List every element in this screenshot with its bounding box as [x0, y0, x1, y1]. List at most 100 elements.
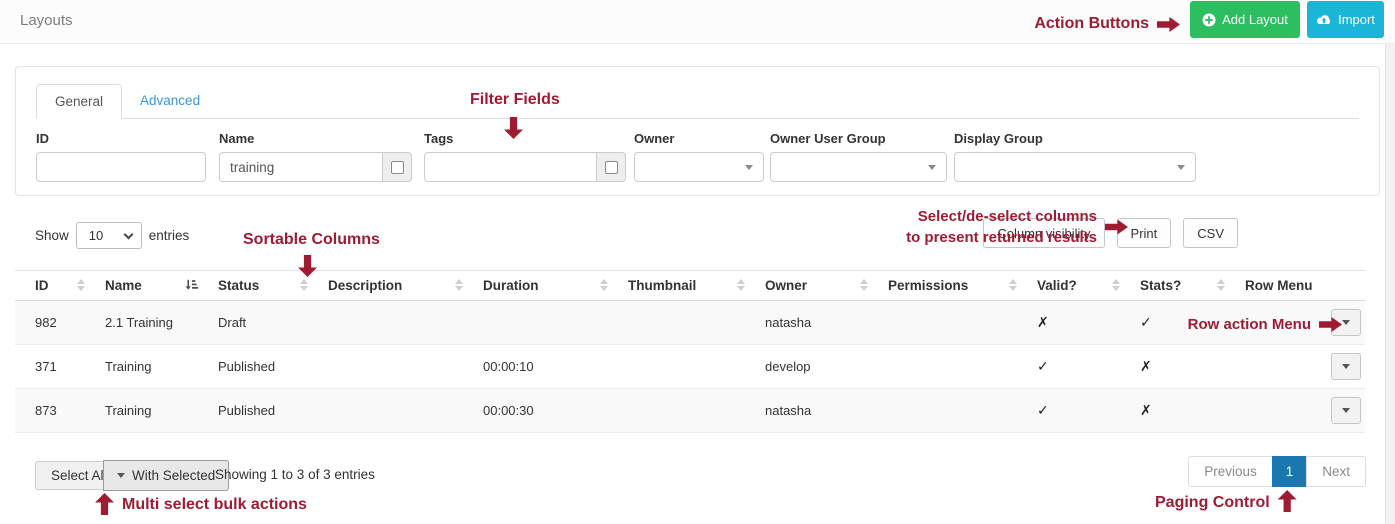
cell-row-menu: [1245, 345, 1365, 389]
owner-filter-select[interactable]: [634, 152, 764, 182]
annotation-paging-control-label: Paging Control: [1155, 494, 1270, 512]
annotation-select-columns-line2: to present returned results: [906, 229, 1097, 246]
add-layout-button[interactable]: Add Layout: [1190, 1, 1300, 38]
cell-valid: ✗: [1037, 301, 1140, 345]
id-filter-input[interactable]: [36, 152, 206, 182]
column-header-label: Valid?: [1037, 278, 1101, 293]
caret-down-icon: [1342, 408, 1350, 413]
import-button-label: Import: [1338, 12, 1375, 27]
page-number-button[interactable]: 1: [1272, 456, 1308, 487]
cloud-upload-icon: [1316, 14, 1332, 26]
display-group-filter-select[interactable]: [954, 152, 1196, 182]
cross-icon: ✗: [1037, 314, 1049, 330]
tab-general[interactable]: General: [36, 84, 122, 119]
cell-id: 982: [15, 301, 105, 345]
cell-status: Published: [218, 345, 328, 389]
layouts-table: IDName Status Description DurationThumbnail…: [15, 270, 1365, 433]
column-header-label: Owner: [765, 278, 831, 293]
column-header-owner[interactable]: Owner: [765, 271, 888, 301]
caret-down-icon: [1342, 364, 1350, 369]
cell-thumbnail: [628, 301, 765, 345]
cell-stats: ✗: [1140, 389, 1245, 433]
check-icon: ✓: [1140, 314, 1152, 330]
filter-tabs: General Advanced: [36, 84, 1359, 119]
table-row[interactable]: 371TrainingPublished00:00:10develop✓✗: [15, 345, 1365, 389]
column-header-thumbnail[interactable]: Thumbnail: [628, 271, 765, 301]
cell-row-menu: [1245, 389, 1365, 433]
column-header-label: Name: [105, 278, 166, 293]
column-header-label: Stats?: [1140, 278, 1205, 293]
annotation-sortable-columns: Sortable Columns: [243, 231, 380, 249]
cell-permissions: [888, 389, 1037, 433]
entries-label: entries: [149, 228, 190, 243]
cell-description: [328, 345, 483, 389]
annotation-multi-select: Multi select bulk actions: [95, 493, 307, 515]
column-header-description[interactable]: Description: [328, 271, 483, 301]
cell-id: 371: [15, 345, 105, 389]
column-header-row-menu: Row Menu: [1245, 271, 1365, 301]
csv-button[interactable]: CSV: [1183, 218, 1238, 248]
sort-icon: [1217, 279, 1225, 291]
sort-icon: [1112, 279, 1120, 291]
tags-exact-match-checkbox[interactable]: [605, 161, 618, 174]
pagination: Previous 1 Next: [1189, 456, 1366, 487]
column-header-status[interactable]: Status: [218, 271, 328, 301]
column-header-name[interactable]: Name: [105, 271, 218, 301]
table-header-row: IDName Status Description DurationThumbnail…: [15, 271, 1365, 301]
layouts-page: Layouts Action Buttons Add Layout Import…: [0, 0, 1395, 524]
cell-owner: natasha: [765, 389, 888, 433]
page-length-select[interactable]: 10: [76, 222, 142, 249]
sort-icon: [737, 279, 745, 291]
column-header-stats[interactable]: Stats?: [1140, 271, 1245, 301]
column-header-label: Status: [218, 278, 283, 293]
next-page-button[interactable]: Next: [1306, 456, 1366, 487]
owner-user-group-filter-label: Owner User Group: [770, 131, 947, 146]
sort-icon: [300, 279, 308, 291]
cell-valid: ✓: [1037, 345, 1140, 389]
name-filter-input[interactable]: [219, 152, 382, 182]
tab-advanced[interactable]: Advanced: [122, 84, 218, 118]
annotation-filter-fields: Filter Fields: [470, 91, 560, 109]
table-row[interactable]: 873TrainingPublished00:00:30natasha✓✗: [15, 389, 1365, 433]
tags-filter-input[interactable]: [424, 152, 596, 182]
cell-thumbnail: [628, 345, 765, 389]
cross-icon: ✗: [1140, 402, 1152, 418]
annotation-filter-fields-label: Filter Fields: [470, 91, 560, 109]
column-header-label: Row Menu: [1245, 278, 1337, 293]
import-button[interactable]: Import: [1307, 1, 1384, 38]
row-menu-button[interactable]: [1331, 353, 1361, 380]
previous-page-button[interactable]: Previous: [1188, 456, 1273, 487]
column-header-permissions[interactable]: Permissions: [888, 271, 1037, 301]
owner-filter-label: Owner: [634, 131, 764, 146]
annotation-right-arrow-icon: [1319, 316, 1342, 333]
name-exact-match-checkbox[interactable]: [391, 161, 404, 174]
cell-name: 2.1 Training: [105, 301, 218, 345]
filter-panel: General Advanced ID Name Tags: [15, 66, 1380, 196]
cell-description: [328, 389, 483, 433]
check-icon: ✓: [1037, 358, 1049, 374]
page-title: Layouts: [20, 0, 73, 42]
table-row[interactable]: 9822.1 TrainingDraftnatasha✗✓: [15, 301, 1365, 345]
annotation-up-arrow-icon: [95, 493, 114, 515]
column-header-label: Description: [328, 278, 426, 293]
owner-user-group-filter-select[interactable]: [770, 152, 947, 182]
cell-owner: natasha: [765, 301, 888, 345]
annotation-multi-select-label: Multi select bulk actions: [122, 496, 307, 514]
id-filter-label: ID: [36, 131, 206, 146]
column-header-duration[interactable]: Duration: [483, 271, 628, 301]
column-header-id[interactable]: ID: [15, 271, 105, 301]
column-header-label: Permissions: [888, 278, 992, 293]
showing-entries-text: Showing 1 to 3 of 3 entries: [215, 467, 375, 482]
top-bar: Layouts Action Buttons Add Layout Import: [0, 0, 1395, 44]
cross-icon: ✗: [1140, 358, 1152, 374]
select-caret-icon: [928, 165, 936, 170]
with-selected-dropdown-button[interactable]: With Selected: [103, 460, 229, 491]
annotation-sortable-columns-label: Sortable Columns: [243, 231, 380, 249]
vertical-scrollbar[interactable]: [1385, 44, 1395, 524]
chevron-down-icon: [123, 230, 133, 240]
cell-duration: 00:00:30: [483, 389, 628, 433]
column-header-valid[interactable]: Valid?: [1037, 271, 1140, 301]
row-menu-button[interactable]: [1331, 397, 1361, 424]
sort-icon: [455, 279, 463, 291]
select-caret-icon: [745, 165, 753, 170]
